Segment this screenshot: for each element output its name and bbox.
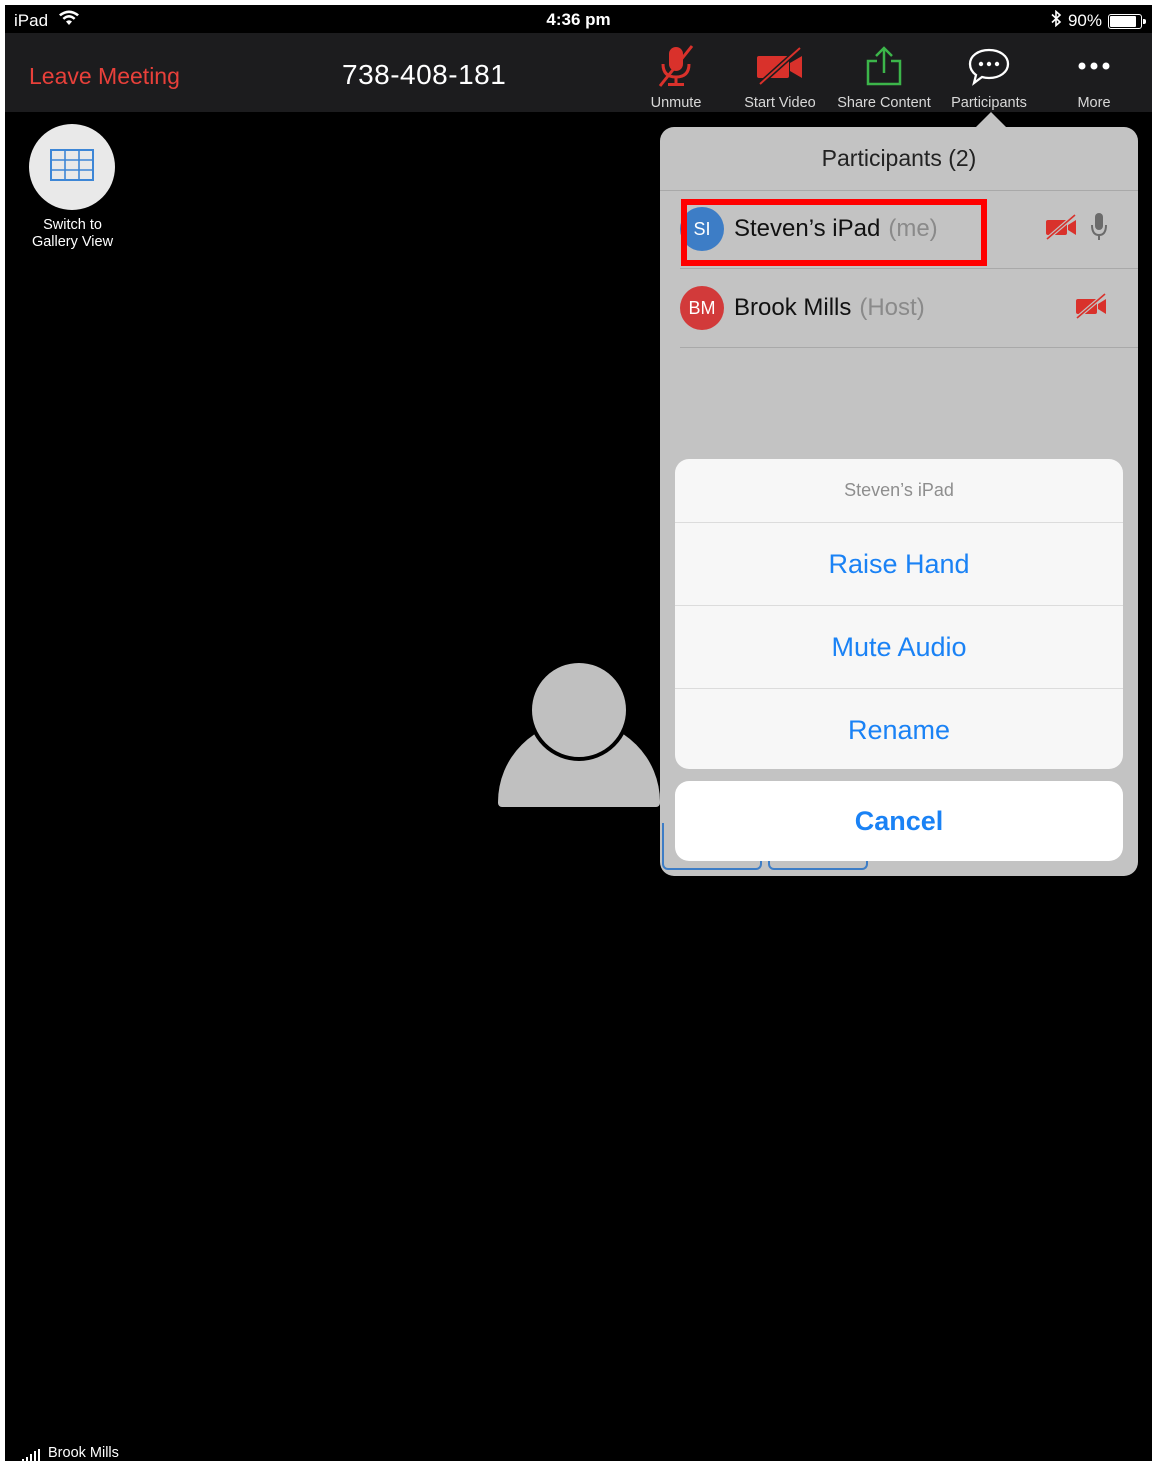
battery-percent: 90%: [1067, 11, 1102, 30]
signal-strength-icon: [22, 1449, 40, 1461]
bluetooth-icon: [1050, 9, 1062, 32]
participant-name: Brook Mills: [734, 294, 852, 321]
rename-button[interactable]: Rename: [675, 689, 1123, 769]
raise-hand-button[interactable]: Raise Hand: [675, 523, 1123, 606]
panel-pointer: [975, 112, 1007, 128]
battery-icon: [1108, 13, 1146, 29]
gallery-label-line1: Switch to: [43, 217, 102, 233]
chat-bubble-icon: [939, 41, 1039, 91]
clock: 4:36 pm: [546, 10, 611, 29]
start-video-label: Start Video: [744, 95, 816, 111]
more-icon: [1044, 41, 1144, 91]
start-video-button[interactable]: Start Video: [730, 41, 830, 111]
action-sheet: Steven’s iPad Raise Hand Mute Audio Rena…: [675, 459, 1123, 769]
cancel-button[interactable]: Cancel: [675, 781, 1123, 861]
grid-icon: [50, 148, 94, 186]
zoom-meeting-screen: iPad 4:36 pm 90% Leave Meeting 738-408-1…: [5, 5, 1152, 1461]
status-bar: iPad 4:36 pm 90%: [5, 5, 1152, 33]
more-label: More: [1077, 95, 1111, 111]
video-off-icon: [1044, 212, 1078, 245]
video-off-icon: [1074, 291, 1108, 324]
participant-tag: (Host): [859, 294, 925, 321]
active-speaker: Brook Mills: [22, 1445, 119, 1461]
action-sheet-title: Steven’s iPad: [675, 459, 1123, 523]
share-icon: [834, 41, 934, 91]
leave-meeting-button[interactable]: Leave Meeting: [29, 63, 180, 90]
meeting-toolbar: Leave Meeting 738-408-181 Unmute Start V…: [5, 33, 1152, 112]
participant-row-host[interactable]: BM Brook Mills (Host): [680, 269, 1138, 348]
avatar-head: [528, 659, 630, 761]
participants-label: Participants: [951, 95, 1027, 111]
active-speaker-name: Brook Mills: [48, 1445, 119, 1461]
meeting-id: 738-408-181: [342, 59, 507, 90]
participants-title: Participants (2): [660, 127, 1138, 191]
mic-icon: [1090, 212, 1108, 247]
more-button[interactable]: More: [1044, 41, 1144, 111]
mute-audio-button[interactable]: Mute Audio: [675, 606, 1123, 689]
mic-muted-icon: [626, 41, 726, 91]
switch-gallery-view-button[interactable]: [29, 124, 115, 210]
selection-highlight: [681, 199, 987, 266]
gallery-label-line2: Gallery View: [31, 234, 114, 250]
participant-avatar: BM: [680, 286, 724, 330]
unmute-button[interactable]: Unmute: [626, 41, 726, 111]
unmute-label: Unmute: [650, 95, 702, 111]
participants-button[interactable]: Participants: [939, 41, 1039, 111]
share-content-label: Share Content: [837, 95, 931, 111]
video-off-icon: [730, 41, 830, 91]
gallery-view-label: Switch to Gallery View: [15, 217, 130, 251]
share-content-button[interactable]: Share Content: [834, 41, 934, 111]
